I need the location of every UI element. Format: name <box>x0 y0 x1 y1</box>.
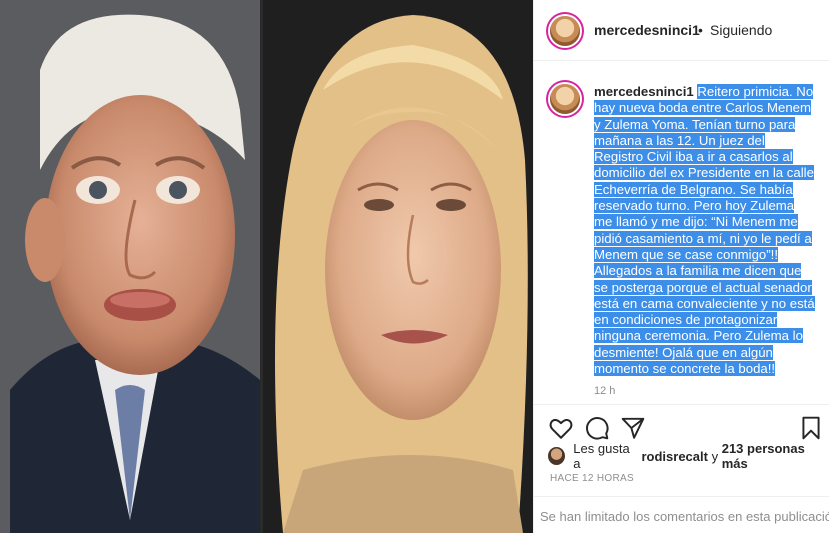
post-header: mercedesninci1 • Siguiendo <box>534 0 829 61</box>
post-caption: mercedesninci1 Reitero primicia. No hay … <box>594 84 816 377</box>
author-username[interactable]: mercedesninci1 <box>594 22 700 38</box>
post-sidebar: mercedesninci1 • Siguiendo mercedesninci… <box>533 0 829 533</box>
comments-section: Se han limitado los comentarios en esta … <box>534 496 829 534</box>
caption-text: Reitero primicia. No hay nueva boda entr… <box>594 84 815 377</box>
bookmark-icon[interactable] <box>798 415 824 441</box>
woman-portrait <box>263 0 533 533</box>
likes-middle: y <box>711 448 719 464</box>
post-image-right-panel <box>263 0 533 533</box>
comment-icon[interactable] <box>584 415 610 441</box>
post-image[interactable] <box>0 0 533 533</box>
share-icon[interactable] <box>620 415 646 441</box>
likes-prefix: Les gusta a <box>573 441 630 471</box>
caption-time[interactable]: 12 h <box>594 385 615 397</box>
author-avatar[interactable] <box>550 16 580 46</box>
likes-count[interactable]: 213 personas más <box>722 441 829 471</box>
post-date[interactable]: HACE 12 HORAS <box>550 473 634 484</box>
liker-avatar[interactable] <box>548 447 566 465</box>
caption-avatar[interactable] <box>550 84 580 114</box>
follow-status-button[interactable]: Siguiendo <box>710 22 772 38</box>
likes-summary: Les gusta a rodisrecalt y 213 personas m… <box>548 441 829 471</box>
comments-limited-notice: Se han limitado los comentarios en esta … <box>540 509 829 524</box>
post-image-left-panel <box>0 0 260 533</box>
liker-username[interactable]: rodisrecalt <box>641 449 707 464</box>
caption-username[interactable]: mercedesninci1 <box>594 84 694 99</box>
heart-icon[interactable] <box>548 415 574 441</box>
man-portrait <box>0 0 260 533</box>
header-separator: • <box>698 22 703 38</box>
